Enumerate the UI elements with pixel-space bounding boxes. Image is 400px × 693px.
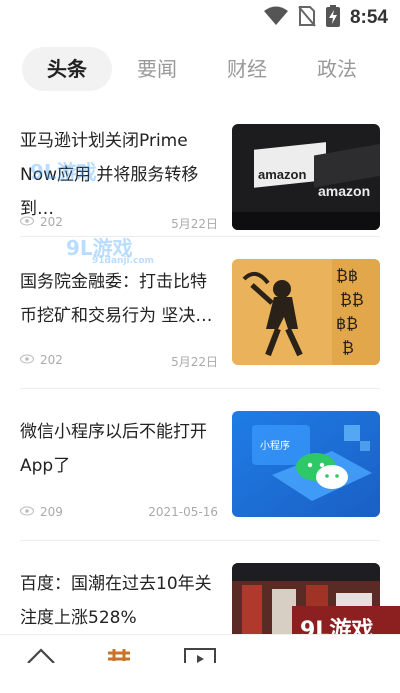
tab-politics-law[interactable]: 政法 <box>292 47 382 91</box>
amazon-logo-text: amazon <box>258 167 306 182</box>
publish-date: 5月22日 <box>171 355 218 369</box>
view-count: 209 <box>40 505 63 519</box>
eye-icon <box>20 353 34 367</box>
view-count: 202 <box>40 215 63 229</box>
watermark-logo: 9L游戏 <box>30 160 97 184</box>
wifi-icon <box>263 6 288 30</box>
status-time: 8:54 <box>349 7 388 28</box>
watermark-site: 91danji.com <box>92 256 154 266</box>
tab-headlines[interactable]: 头条 <box>22 47 112 91</box>
video-nav-icon[interactable] <box>184 647 216 670</box>
battery-charging-icon <box>325 5 340 31</box>
news-thumbnail: ₿฿ ₿₿ ฿₿ ₿ <box>232 259 380 365</box>
publish-date: 5月22日 <box>171 217 218 231</box>
category-tabs: 头条 要闻 财经 政法 <box>22 46 390 92</box>
news-meta: 202 5月22日 <box>20 215 218 231</box>
view-count: 202 <box>40 353 63 367</box>
svg-text:₿: ₿ <box>342 338 354 357</box>
bottom-nav <box>0 634 400 670</box>
news-item[interactable]: 微信小程序以后不能打开App了 209 2021-05-16 小程序 <box>20 389 380 541</box>
eye-icon <box>20 215 34 229</box>
news-title: 国务院金融委：打击比特币挖矿和交易行为 坚决… <box>20 272 213 326</box>
svg-text:₿₿: ₿₿ <box>340 290 364 309</box>
news-nav-icon[interactable] <box>106 647 132 667</box>
svg-text:小程序: 小程序 <box>260 439 290 452</box>
no-sim-icon <box>298 5 316 31</box>
news-title: 微信小程序以后不能打开App了 <box>20 422 207 476</box>
news-meta: 209 2021-05-16 <box>20 505 218 521</box>
tab-finance[interactable]: 财经 <box>202 47 292 91</box>
news-meta: 202 5月22日 <box>20 353 218 369</box>
publish-date: 2021-05-16 <box>148 505 218 519</box>
home-icon[interactable] <box>26 647 56 667</box>
news-feed: 亚马逊计划关闭Prime Now应用 并将服务转移到… 202 5月22日 am… <box>0 104 400 693</box>
svg-text:amazon: amazon <box>318 183 370 199</box>
eye-icon <box>20 505 34 519</box>
news-title: 百度：国潮在过去10年关注度上涨528% <box>20 574 212 628</box>
svg-text:฿₿: ฿₿ <box>336 314 358 333</box>
news-thumbnail: 小程序 <box>232 411 380 517</box>
svg-text:₿฿: ₿฿ <box>336 266 358 285</box>
tab-news[interactable]: 要闻 <box>112 47 202 91</box>
status-bar: 8:54 <box>0 0 400 36</box>
news-thumbnail: amazon amazon <box>232 124 380 230</box>
